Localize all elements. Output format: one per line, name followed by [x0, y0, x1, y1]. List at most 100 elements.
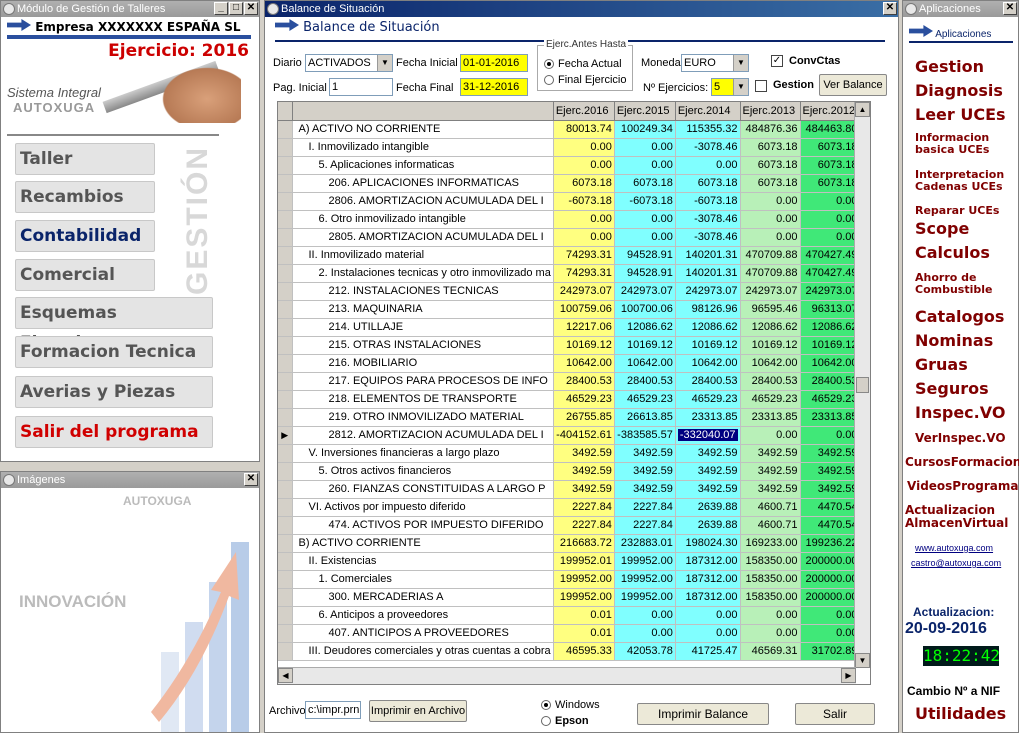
link-gestion[interactable]: Gestion	[915, 58, 984, 76]
row-indicator[interactable]	[278, 444, 293, 463]
account-cell[interactable]: VI. Activos por impuesto diferido	[292, 498, 554, 517]
chevron-down-icon[interactable]: ▼	[733, 55, 748, 71]
value-cell[interactable]: 242973.07	[614, 282, 676, 301]
convctas-checkbox[interactable]: ✓	[771, 55, 783, 67]
row-indicator[interactable]	[278, 534, 293, 553]
scroll-down-icon[interactable]: ▼	[855, 653, 870, 668]
row-indicator[interactable]	[278, 372, 293, 391]
table-row[interactable]: B) ACTIVO CORRIENTE 216683.72 232883.01 198…	[278, 534, 861, 553]
row-indicator[interactable]	[278, 300, 293, 319]
value-cell[interactable]: 6073.18	[614, 174, 676, 193]
scroll-thumb[interactable]	[856, 377, 869, 393]
value-cell[interactable]: 3492.59	[553, 480, 615, 499]
account-cell[interactable]: 6. Anticipos a proveedores	[292, 606, 554, 625]
value-cell[interactable]: 6073.18	[740, 156, 801, 175]
value-cell[interactable]: 198024.30	[675, 534, 741, 553]
value-cell[interactable]: 98126.96	[675, 300, 741, 319]
value-cell[interactable]: 242973.07	[675, 282, 741, 301]
value-cell[interactable]: 216683.72	[553, 534, 615, 553]
link-scope[interactable]: Scope	[915, 220, 969, 238]
value-cell[interactable]: -6073.18	[675, 192, 741, 211]
table-row[interactable]: 2805. AMORTIZACION ACUMULADA DEL I 0.00 0.…	[278, 228, 861, 247]
value-cell[interactable]: 0.00	[553, 210, 615, 229]
link-videos[interactable]: VideosPrograma	[907, 480, 1018, 493]
link-verinspec-vo[interactable]: VerInspec.VO	[915, 432, 1006, 445]
value-cell[interactable]: 0.00	[740, 210, 801, 229]
title-bar[interactable]: Módulo de Gestión de Talleres _ □ ✕	[1, 1, 259, 17]
account-cell[interactable]: 213. MAQUINARIA	[292, 300, 554, 319]
value-cell[interactable]: 199952.01	[553, 552, 615, 571]
row-indicator[interactable]	[278, 552, 293, 571]
value-cell[interactable]: 10169.12	[675, 336, 741, 355]
table-row[interactable]: III. Deudores comerciales y otras cuenta…	[278, 642, 861, 661]
account-cell[interactable]: A) ACTIVO NO CORRIENTE	[292, 120, 554, 139]
close-button[interactable]: ✕	[244, 473, 258, 486]
table-row[interactable]: 219. OTRO INMOVILIZADO MATERIAL 26755.85 2…	[278, 408, 861, 427]
pag-inicial-input[interactable]: 1	[329, 78, 393, 96]
value-cell[interactable]: 3492.59	[553, 444, 615, 463]
value-cell[interactable]: 6073.18	[800, 156, 861, 175]
value-cell[interactable]: 200000.00	[800, 570, 861, 589]
account-cell[interactable]: II. Inmovilizado material	[292, 246, 554, 265]
row-indicator[interactable]	[278, 570, 293, 589]
value-cell[interactable]: 46569.31	[740, 642, 801, 661]
value-cell[interactable]: 0.00	[675, 156, 741, 175]
link-inspec-vo[interactable]: Inspec.VO	[915, 404, 1005, 422]
value-cell[interactable]: 23313.85	[740, 408, 801, 427]
value-cell[interactable]: 4470.54	[800, 516, 861, 535]
value-cell[interactable]: 10642.00	[553, 354, 615, 373]
value-cell[interactable]: 3492.59	[740, 462, 801, 481]
table-row[interactable]: II. Inmovilizado material 74293.31 94528.9…	[278, 246, 861, 265]
column-header-2015[interactable]: Ejerc.2015	[614, 102, 676, 121]
value-cell[interactable]: 0.00	[740, 606, 801, 625]
account-cell[interactable]: 216. MOBILIARIO	[292, 354, 554, 373]
table-row[interactable]: 5. Aplicaciones informaticas 0.00 0.00 0.00…	[278, 156, 861, 175]
value-cell[interactable]: 6073.18	[800, 174, 861, 193]
value-cell[interactable]: 0.00	[675, 624, 741, 643]
close-button[interactable]: ✕	[244, 2, 258, 15]
value-cell[interactable]: 3492.59	[740, 480, 801, 499]
fecha-actual-radio[interactable]: Fecha Actual	[544, 58, 622, 70]
value-cell[interactable]: 100759.06	[553, 300, 615, 319]
account-cell[interactable]: 212. INSTALACIONES TECNICAS	[292, 282, 554, 301]
value-cell[interactable]: 199952.00	[614, 570, 676, 589]
value-cell[interactable]: 187312.00	[675, 570, 741, 589]
value-cell[interactable]: 96595.46	[740, 300, 801, 319]
table-row[interactable]: 218. ELEMENTOS DE TRANSPORTE 46529.23 4652…	[278, 390, 861, 409]
value-cell[interactable]: 3492.59	[614, 462, 676, 481]
account-cell[interactable]: 407. ANTICIPOS A PROVEEDORES	[292, 624, 554, 643]
value-cell[interactable]: 10169.12	[740, 336, 801, 355]
row-indicator[interactable]	[278, 246, 293, 265]
row-indicator[interactable]	[278, 390, 293, 409]
value-cell[interactable]: 94528.91	[614, 246, 676, 265]
moneda-select[interactable]: EURO ▼	[681, 54, 749, 72]
account-cell[interactable]: 2812. AMORTIZACION ACUMULADA DEL I	[292, 426, 554, 445]
account-cell[interactable]: B) ACTIVO CORRIENTE	[292, 534, 554, 553]
value-cell[interactable]: 3492.59	[800, 444, 861, 463]
table-row[interactable]: 474. ACTIVOS POR IMPUESTO DIFERIDO 2227.8…	[278, 516, 861, 535]
email-link[interactable]: castro@autoxuga.com	[911, 558, 1001, 568]
value-cell[interactable]: 10642.00	[740, 354, 801, 373]
menu-comercial-button[interactable]: Comercial	[15, 259, 155, 291]
value-cell[interactable]: 199236.22	[800, 534, 861, 553]
windows-radio[interactable]: Windows	[541, 699, 600, 711]
cambio-nif-link[interactable]: Cambio Nº a NIF	[907, 684, 1000, 698]
value-cell[interactable]: 28400.53	[800, 372, 861, 391]
value-cell[interactable]: 96313.07	[800, 300, 861, 319]
value-cell[interactable]: 23313.85	[675, 408, 741, 427]
value-cell[interactable]: 46529.23	[740, 390, 801, 409]
account-cell[interactable]: 215. OTRAS INSTALACIONES	[292, 336, 554, 355]
value-cell[interactable]: 0.00	[740, 426, 801, 445]
chevron-down-icon[interactable]: ▼	[377, 55, 392, 71]
value-cell[interactable]: 0.00	[740, 228, 801, 247]
row-indicator[interactable]	[278, 156, 293, 175]
account-cell[interactable]: 6. Otro inmovilizado intangible	[292, 210, 554, 229]
table-row[interactable]: VI. Activos por impuesto diferido 2227.84…	[278, 498, 861, 517]
value-cell[interactable]: -332040.07	[675, 426, 741, 445]
value-cell[interactable]: 100249.34	[614, 120, 676, 139]
value-cell[interactable]: 140201.31	[675, 246, 741, 265]
value-cell[interactable]: 12086.62	[800, 318, 861, 337]
row-indicator[interactable]	[278, 498, 293, 517]
value-cell[interactable]: 187312.00	[675, 588, 741, 607]
value-cell[interactable]: 0.00	[800, 228, 861, 247]
